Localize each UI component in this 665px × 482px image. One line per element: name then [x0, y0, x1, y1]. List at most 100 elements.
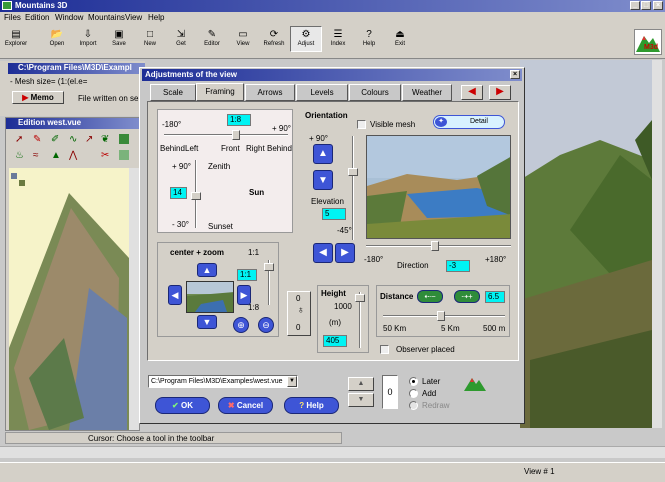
view-scrollbar[interactable]	[652, 60, 662, 428]
brush-tool-icon[interactable]: ✐	[51, 134, 59, 145]
counter-down-button[interactable]: ▼	[348, 393, 374, 407]
menu-view[interactable]: View	[125, 13, 142, 22]
direction-right-button[interactable]: ▶	[335, 243, 355, 263]
edition-map-canvas[interactable]	[9, 168, 129, 430]
pan-thumbnail[interactable]	[186, 281, 234, 313]
observer-placed-checkbox[interactable]	[380, 345, 389, 354]
preview-landscape	[367, 136, 510, 238]
elevation-thumb[interactable]	[348, 168, 358, 176]
close-button[interactable]: ×	[653, 1, 663, 10]
direction-left-button[interactable]: ◀	[313, 243, 333, 263]
pan-down-button[interactable]: ▼	[197, 315, 217, 329]
sun-azimuth-field[interactable]: 1:8	[227, 114, 251, 126]
help-button[interactable]: ? Help	[353, 27, 385, 53]
fill-tool-icon[interactable]: ♨	[15, 150, 24, 161]
open-button[interactable]: 📂 Open	[41, 27, 73, 53]
import-button[interactable]: ⇩ Import	[72, 27, 104, 53]
scissors-tool-icon[interactable]: ✂	[101, 150, 109, 161]
save-button[interactable]: ▣ Save	[103, 27, 135, 53]
distance-minus-button[interactable]: ⇠−	[417, 290, 443, 303]
elevation-up-button[interactable]: ▲	[313, 144, 333, 164]
refresh-button[interactable]: ⟳ Refresh	[258, 27, 290, 53]
add-radio[interactable]	[409, 389, 418, 398]
up-arrow-icon: ▲	[202, 265, 212, 275]
visible-mesh-checkbox[interactable]	[357, 120, 366, 129]
distance-plus-button[interactable]: ⇢+	[454, 290, 480, 303]
tab-weather[interactable]: Weather	[402, 84, 452, 101]
height-field[interactable]: 405	[323, 335, 347, 347]
tab-prev-button[interactable]: ◀	[461, 85, 483, 100]
view-button[interactable]: ▭ View	[227, 27, 259, 53]
sun-elevation-field[interactable]: 14	[170, 187, 187, 199]
combo-dropdown-icon[interactable]: ▼	[287, 376, 297, 387]
sun-sunset-value: - 30°	[172, 220, 189, 229]
distance-field[interactable]: 6.5	[485, 291, 505, 303]
later-radio[interactable]	[409, 377, 418, 386]
peak-tool-icon[interactable]: ⋀	[69, 150, 77, 161]
zoom-field[interactable]: 1:1	[237, 269, 257, 281]
menu-mountains[interactable]: Mountains	[88, 13, 125, 22]
editor-button[interactable]: ✎ Editor	[196, 27, 228, 53]
3d-view[interactable]	[520, 60, 652, 428]
edition-scrollbar[interactable]	[129, 168, 139, 430]
direction-thumb[interactable]	[431, 241, 439, 251]
arrow-tool-icon[interactable]: ↗	[85, 134, 93, 145]
pan-up-button[interactable]: ▲	[197, 263, 217, 277]
pencil-tool-icon[interactable]: ✎	[33, 134, 41, 145]
sun-azimuth-slider[interactable]	[164, 134, 288, 136]
adjust-button[interactable]: ⚙ Adjust	[290, 26, 322, 52]
lasso-tool-icon[interactable]: ∿	[69, 134, 77, 145]
cursor-tool-icon[interactable]: ➚	[15, 134, 23, 145]
leaf-tool-icon[interactable]: ❦	[101, 134, 109, 145]
sun-elevation-thumb[interactable]	[191, 192, 201, 200]
counter-field[interactable]: 0	[382, 375, 398, 409]
get-button[interactable]: ⇲ Get	[165, 27, 197, 53]
help-dialog-button[interactable]: ? Help	[284, 397, 339, 414]
pan-right-button[interactable]: ▶	[237, 285, 251, 305]
mountain-tool-icon[interactable]: ▲	[51, 150, 61, 161]
minimize-button[interactable]: _	[630, 1, 640, 10]
import-icon: ⇩	[83, 29, 93, 40]
tab-next-button[interactable]: ▶	[489, 85, 511, 100]
new-button[interactable]: □ New	[134, 27, 166, 53]
zoom-in-button[interactable]: ⊕	[233, 317, 249, 333]
exit-button[interactable]: ⏏ Exit	[384, 27, 416, 53]
explorer-button[interactable]: ▤ Explorer	[0, 27, 32, 53]
distance-thumb[interactable]	[437, 311, 445, 321]
tab-levels[interactable]: Levels	[296, 84, 348, 101]
path-combo[interactable]: C:\Program Files\M3D\Examples\west.vue ▼	[148, 375, 298, 388]
sun-azimuth-thumb[interactable]	[232, 130, 240, 140]
elevation-field[interactable]: 5	[322, 208, 346, 220]
counter-up-button[interactable]: ▲	[348, 377, 374, 391]
direction-field[interactable]: -3	[446, 260, 470, 272]
memo-button[interactable]: ▶ Memo	[12, 91, 64, 104]
tab-arrows[interactable]: Arrows	[245, 84, 295, 101]
layers-tool-icon[interactable]	[119, 134, 129, 144]
orientation-preview[interactable]	[366, 135, 511, 239]
map-tool-icon[interactable]	[119, 150, 129, 160]
cancel-button[interactable]: ✖ Cancel	[218, 397, 273, 414]
height-thumb[interactable]	[355, 294, 365, 302]
detail-button[interactable]: ✦ Detail	[433, 115, 505, 129]
menu-edition[interactable]: Edition	[25, 13, 49, 22]
roll-stepper[interactable]: 0 ♁ 0	[287, 291, 311, 336]
tab-colours[interactable]: Colours	[349, 84, 401, 101]
elevation-slider[interactable]	[352, 136, 354, 240]
tab-framing[interactable]: Framing	[196, 83, 244, 101]
tab-scale[interactable]: Scale	[150, 84, 196, 101]
walk-minus-icon: ⇠−	[424, 292, 436, 301]
elevation-down-button[interactable]: ▼	[313, 170, 333, 190]
wave-tool-icon[interactable]: ≈	[33, 150, 39, 161]
zoom-out-button[interactable]: ⊖	[258, 317, 274, 333]
menu-window[interactable]: Window	[55, 13, 83, 22]
redraw-radio[interactable]	[409, 401, 418, 410]
index-button[interactable]: ☰ Index	[322, 27, 354, 53]
maximize-button[interactable]: □	[641, 1, 651, 10]
ok-button[interactable]: ✔ OK	[155, 397, 210, 414]
menu-files[interactable]: Files	[4, 13, 21, 22]
menu-help[interactable]: Help	[148, 13, 164, 22]
dialog-close-button[interactable]: ×	[510, 70, 520, 79]
zoom-thumb[interactable]	[264, 263, 274, 271]
horizontal-scrollbar[interactable]	[0, 446, 665, 458]
pan-left-button[interactable]: ◀	[168, 285, 182, 305]
